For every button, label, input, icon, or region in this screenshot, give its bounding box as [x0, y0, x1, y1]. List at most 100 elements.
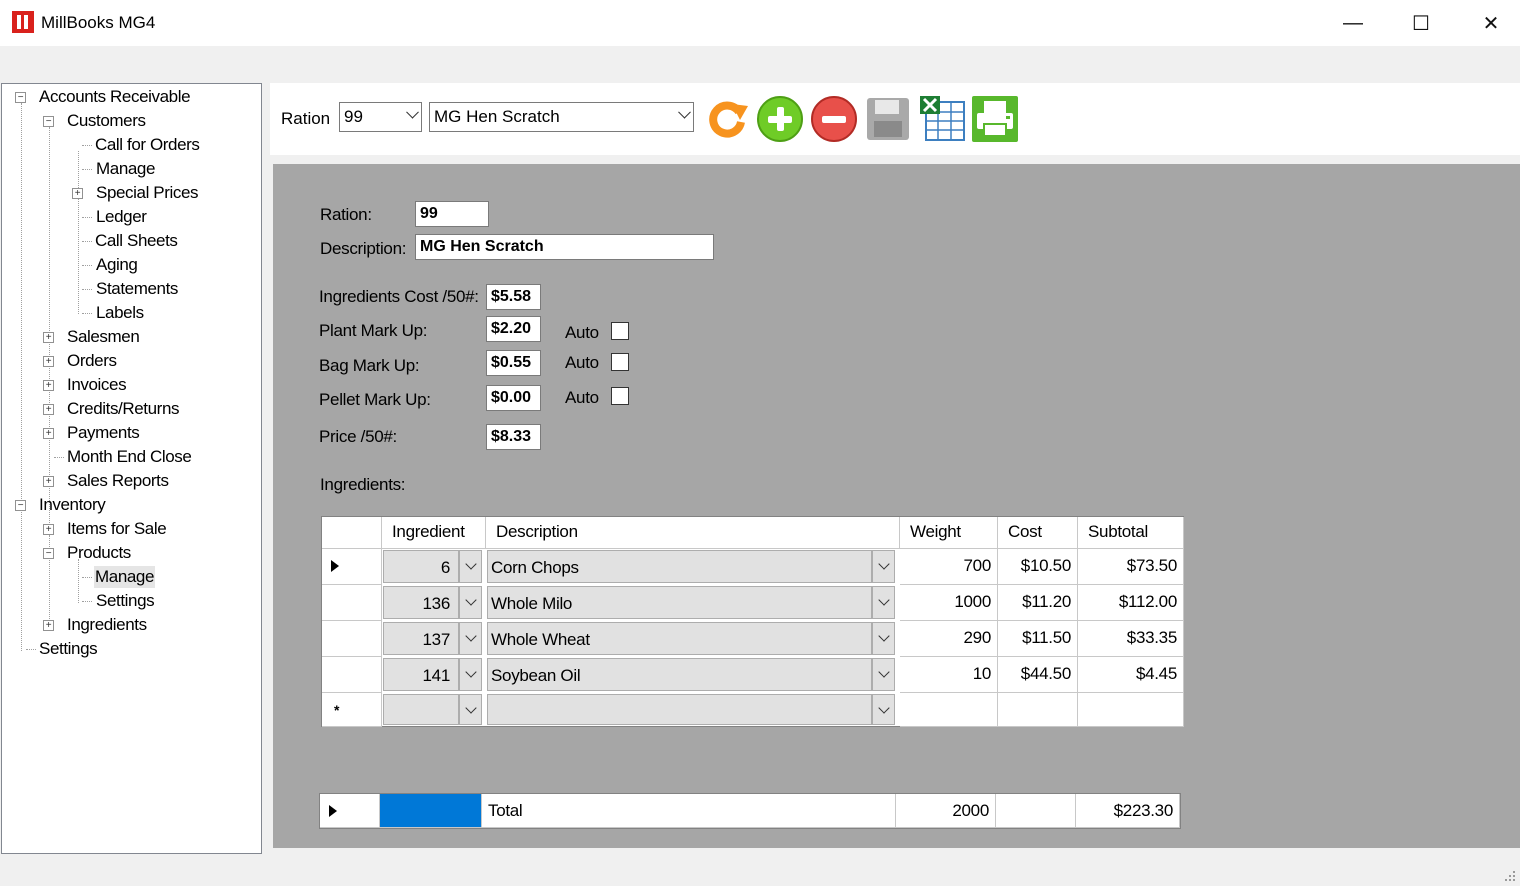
new-ingredient-cell[interactable] — [383, 694, 459, 725]
weight-cell[interactable]: 10 — [900, 657, 998, 693]
cost-cell[interactable]: $44.50 — [998, 657, 1078, 693]
tree-node-labels[interactable]: Labels — [2, 302, 257, 324]
tree-node-inventory[interactable]: − Inventory — [2, 494, 257, 516]
remove-icon[interactable] — [811, 96, 857, 142]
cost-cell[interactable]: $11.20 — [998, 585, 1078, 621]
navigation-tree[interactable]: − Accounts Receivable − Customers Call f… — [1, 83, 262, 854]
tree-node-statements[interactable]: Statements — [2, 278, 257, 300]
price-field[interactable]: $8.33 — [486, 424, 541, 450]
ingredient-dropdown-button[interactable] — [459, 658, 482, 691]
ingredient-cell[interactable]: 136 — [383, 586, 459, 619]
tree-node-customers[interactable]: − Customers — [2, 110, 257, 132]
collapse-icon[interactable]: − — [43, 548, 54, 559]
description-cell[interactable]: Whole Milo — [487, 586, 872, 619]
description-dropdown-button[interactable] — [872, 694, 895, 725]
print-icon[interactable] — [972, 96, 1018, 142]
subtotal-cell[interactable]: $112.00 — [1078, 585, 1184, 621]
close-button[interactable]: ✕ — [1456, 0, 1520, 46]
pellet-auto-checkbox[interactable] — [611, 387, 629, 405]
minimize-button[interactable]: — — [1318, 0, 1388, 46]
pellet-markup-field[interactable]: $0.00 — [486, 385, 541, 411]
ingredient-cell[interactable]: 6 — [383, 550, 459, 583]
column-header-subtotal[interactable]: Subtotal — [1078, 517, 1184, 549]
tree-node-call-for-orders[interactable]: Call for Orders — [2, 134, 257, 156]
row-header[interactable] — [322, 621, 382, 657]
tree-node-sales-reports[interactable]: + Sales Reports — [2, 470, 257, 492]
refresh-icon[interactable] — [704, 96, 750, 142]
tree-node-orders[interactable]: + Orders — [2, 350, 257, 372]
description-field[interactable]: MG Hen Scratch — [415, 234, 714, 260]
add-icon[interactable] — [757, 96, 803, 142]
totals-selected-cell[interactable] — [380, 794, 482, 828]
totals-row-header[interactable] — [320, 794, 380, 828]
plant-auto-checkbox[interactable] — [611, 322, 629, 340]
tree-node-payments[interactable]: + Payments — [2, 422, 257, 444]
row-header[interactable] — [322, 585, 382, 621]
weight-cell[interactable]: 1000 — [900, 585, 998, 621]
new-row-header[interactable]: * — [322, 693, 382, 727]
weight-cell[interactable]: 700 — [900, 549, 998, 585]
tree-node-accounts-receivable[interactable]: − Accounts Receivable — [2, 86, 257, 108]
description-cell[interactable]: Soybean Oil — [487, 658, 872, 691]
total-weight-cell[interactable]: 2000 — [896, 794, 996, 828]
total-subtotal-cell[interactable]: $223.30 — [1076, 794, 1180, 828]
description-dropdown-button[interactable] — [872, 550, 895, 583]
expand-icon[interactable]: + — [43, 404, 54, 415]
row-header[interactable] — [322, 657, 382, 693]
tree-node-customers-manage[interactable]: Manage — [2, 158, 257, 180]
tree-node-items-for-sale[interactable]: + Items for Sale — [2, 518, 257, 540]
resize-grip-icon[interactable] — [1504, 870, 1516, 882]
ingredient-cell[interactable]: 137 — [383, 622, 459, 655]
tree-node-ingredients[interactable]: + Ingredients — [2, 614, 257, 636]
ingredients-grid[interactable]: Ingredient Description Weight Cost Subto… — [321, 516, 1184, 727]
tree-node-aging[interactable]: Aging — [2, 254, 257, 276]
description-cell[interactable]: Whole Wheat — [487, 622, 872, 655]
ingredient-dropdown-button[interactable] — [459, 550, 482, 583]
maximize-button[interactable]: ☐ — [1386, 0, 1456, 46]
new-cost-cell[interactable] — [998, 693, 1078, 727]
tree-node-salesmen[interactable]: + Salesmen — [2, 326, 257, 348]
collapse-icon[interactable]: − — [15, 500, 26, 511]
plant-markup-field[interactable]: $2.20 — [486, 316, 541, 342]
ingredient-cell[interactable]: 141 — [383, 658, 459, 691]
collapse-icon[interactable]: − — [15, 92, 26, 103]
ingredients-cost-field[interactable]: $5.58 — [486, 284, 541, 310]
column-header-cost[interactable]: Cost — [998, 517, 1078, 549]
expand-icon[interactable]: + — [43, 356, 54, 367]
subtotal-cell[interactable]: $33.35 — [1078, 621, 1184, 657]
tree-node-month-end-close[interactable]: Month End Close — [2, 446, 257, 468]
ingredient-dropdown-button[interactable] — [459, 586, 482, 619]
expand-icon[interactable]: + — [43, 524, 54, 535]
new-weight-cell[interactable] — [900, 693, 998, 727]
subtotal-cell[interactable]: $4.45 — [1078, 657, 1184, 693]
excel-export-icon[interactable] — [920, 96, 966, 142]
column-header-weight[interactable]: Weight — [900, 517, 998, 549]
description-dropdown-button[interactable] — [872, 658, 895, 691]
expand-icon[interactable]: + — [72, 188, 83, 199]
tree-node-products[interactable]: − Products — [2, 542, 257, 564]
save-icon[interactable] — [867, 98, 909, 140]
ingredient-dropdown-button[interactable] — [459, 622, 482, 655]
bag-auto-checkbox[interactable] — [611, 353, 629, 371]
collapse-icon[interactable]: − — [43, 116, 54, 127]
tree-node-products-settings[interactable]: Settings — [2, 590, 257, 612]
ration-select[interactable]: 99 — [339, 102, 422, 132]
cost-cell[interactable]: $10.50 — [998, 549, 1078, 585]
description-cell[interactable]: Corn Chops — [487, 550, 872, 583]
total-cost-cell[interactable] — [996, 794, 1076, 828]
tree-node-settings[interactable]: Settings — [2, 638, 257, 660]
tree-node-credits-returns[interactable]: + Credits/Returns — [2, 398, 257, 420]
totals-grid[interactable]: Total 2000 $223.30 — [319, 793, 1181, 829]
expand-icon[interactable]: + — [43, 620, 54, 631]
cost-cell[interactable]: $11.50 — [998, 621, 1078, 657]
ration-description-select[interactable]: MG Hen Scratch — [429, 102, 694, 132]
tree-node-invoices[interactable]: + Invoices — [2, 374, 257, 396]
tree-node-call-sheets[interactable]: Call Sheets — [2, 230, 257, 252]
bag-markup-field[interactable]: $0.55 — [486, 350, 541, 376]
tree-node-products-manage[interactable]: Manage — [2, 566, 257, 588]
subtotal-cell[interactable]: $73.50 — [1078, 549, 1184, 585]
new-description-cell[interactable] — [487, 694, 872, 725]
description-dropdown-button[interactable] — [872, 586, 895, 619]
description-dropdown-button[interactable] — [872, 622, 895, 655]
column-header-ingredient[interactable]: Ingredient — [382, 517, 486, 549]
